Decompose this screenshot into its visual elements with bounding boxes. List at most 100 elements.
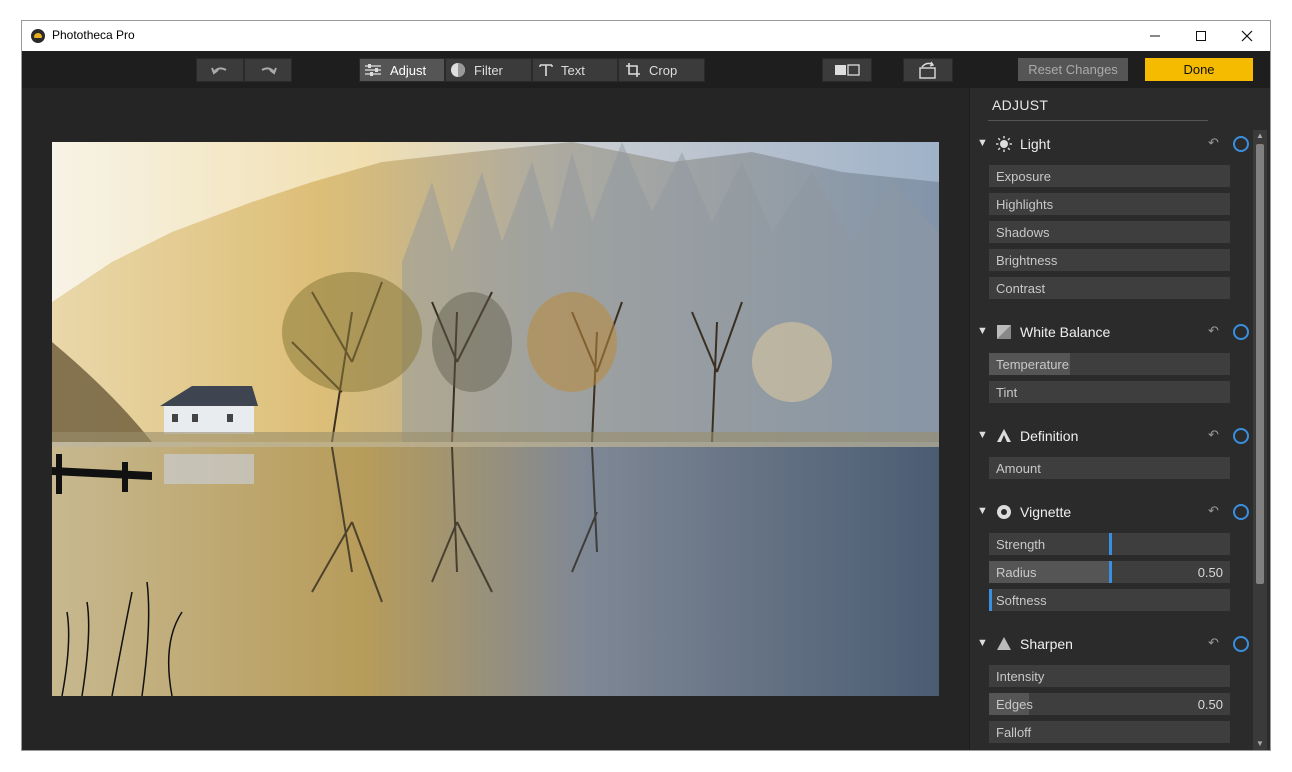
slider-label: Highlights <box>996 197 1054 212</box>
section-white-balance-toggle[interactable] <box>1233 324 1249 340</box>
adjust-panel: ADJUST ▼ Light ↶ Exposure Highlights Sha… <box>970 88 1270 750</box>
image-canvas <box>22 88 969 750</box>
section-sharpen-title: Sharpen <box>1020 636 1073 652</box>
section-light[interactable]: ▼ Light ↶ <box>970 134 1250 156</box>
slider-radius[interactable]: Radius 0.50 <box>989 561 1230 583</box>
slider-label: Temperature <box>996 357 1069 372</box>
slider-label: Tint <box>996 385 1018 400</box>
sliders-icon <box>365 64 381 76</box>
reset-icon[interactable]: ↶ <box>1208 323 1219 339</box>
sun-icon <box>996 136 1012 152</box>
slider-contrast[interactable]: Contrast <box>989 277 1230 299</box>
crop-icon <box>626 63 640 77</box>
rotate-button[interactable] <box>903 58 953 82</box>
done-button[interactable]: Done <box>1145 58 1253 81</box>
filter-icon <box>451 63 465 77</box>
collapse-arrow-icon[interactable]: ▼ <box>977 637 988 649</box>
slider-falloff[interactable]: Falloff <box>989 721 1230 743</box>
reset-icon[interactable]: ↶ <box>1208 135 1219 151</box>
reset-icon[interactable]: ↶ <box>1208 503 1219 519</box>
slider-highlights[interactable]: Highlights <box>989 193 1230 215</box>
redo-button[interactable] <box>244 58 292 82</box>
slider-label: Exposure <box>996 169 1051 184</box>
tab-adjust[interactable]: Adjust <box>359 58 445 82</box>
window-title: Phototheca Pro <box>52 28 135 42</box>
rotate-icon <box>919 61 936 79</box>
slider-label: Shadows <box>996 225 1050 240</box>
redo-icon <box>261 67 277 75</box>
panel-title: ADJUST <box>992 97 1049 113</box>
reset-icon[interactable]: ↶ <box>1208 427 1219 443</box>
slider-brightness[interactable]: Brightness <box>989 249 1230 271</box>
slider-tint[interactable]: Tint <box>989 381 1230 403</box>
panel-divider <box>988 120 1208 121</box>
slider-label: Contrast <box>996 281 1046 296</box>
reset-changes-button[interactable]: Reset Changes <box>1018 58 1128 81</box>
slider-label: Falloff <box>996 725 1032 740</box>
section-definition[interactable]: ▼ Definition ↶ <box>970 426 1250 448</box>
tab-crop[interactable]: Crop <box>618 58 705 82</box>
close-button[interactable] <box>1224 21 1270 51</box>
app-logo-icon <box>31 29 45 43</box>
slider-label: Edges <box>996 697 1033 712</box>
definition-icon <box>997 429 1011 442</box>
slider-edges[interactable]: Edges 0.50 <box>989 693 1230 715</box>
compare-button[interactable] <box>822 58 872 82</box>
slider-shadows[interactable]: Shadows <box>989 221 1230 243</box>
undo-button[interactable] <box>196 58 244 82</box>
tab-adjust-label: Adjust <box>390 62 427 78</box>
sharpen-icon <box>997 637 1011 650</box>
slider-exposure[interactable]: Exposure <box>989 165 1230 187</box>
slider-marker[interactable] <box>1109 561 1112 583</box>
slider-label: Radius <box>996 565 1037 580</box>
slider-value: 0.50 <box>1197 565 1223 580</box>
slider-label: Brightness <box>996 253 1058 268</box>
undo-icon <box>211 67 227 75</box>
app-window: Phototheca Pro Adjust Filter Text Crop R… <box>21 20 1271 751</box>
slider-softness[interactable]: Softness <box>989 589 1230 611</box>
slider-value: 0.50 <box>1197 697 1223 712</box>
slider-label: Softness <box>996 593 1047 608</box>
tab-text[interactable]: Text <box>532 58 618 82</box>
slider-intensity[interactable]: Intensity <box>989 665 1230 687</box>
scroll-up-icon[interactable]: ▲ <box>1253 130 1267 142</box>
panel-scrollbar[interactable]: ▲ ▼ <box>1253 130 1267 750</box>
section-light-title: Light <box>1020 136 1051 152</box>
minimize-button[interactable] <box>1132 21 1178 51</box>
section-white-balance-title: White Balance <box>1020 324 1111 340</box>
photo-preview[interactable] <box>52 142 939 696</box>
tab-filter[interactable]: Filter <box>445 58 532 82</box>
slider-amount[interactable]: Amount <box>989 457 1230 479</box>
text-icon <box>539 64 553 76</box>
collapse-arrow-icon[interactable]: ▼ <box>977 325 988 337</box>
reset-icon[interactable]: ↶ <box>1208 635 1219 651</box>
slider-marker[interactable] <box>989 589 992 611</box>
section-definition-title: Definition <box>1020 428 1079 444</box>
title-bar: Phototheca Pro <box>22 21 1270 51</box>
slider-label: Amount <box>996 461 1041 476</box>
scrollbar-thumb[interactable] <box>1256 144 1264 584</box>
collapse-arrow-icon[interactable]: ▼ <box>977 505 988 517</box>
slider-marker[interactable] <box>1109 533 1112 555</box>
maximize-button[interactable] <box>1178 21 1224 51</box>
vignette-icon <box>997 505 1011 519</box>
section-light-toggle[interactable] <box>1233 136 1249 152</box>
collapse-arrow-icon[interactable]: ▼ <box>977 429 988 441</box>
slider-label: Intensity <box>996 669 1045 684</box>
section-definition-toggle[interactable] <box>1233 428 1249 444</box>
collapse-arrow-icon[interactable]: ▼ <box>977 137 988 149</box>
section-white-balance[interactable]: ▼ White Balance ↶ <box>970 322 1250 344</box>
section-vignette-title: Vignette <box>1020 504 1072 520</box>
scroll-down-icon[interactable]: ▼ <box>1253 738 1267 750</box>
section-sharpen-toggle[interactable] <box>1233 636 1249 652</box>
tab-filter-label: Filter <box>474 62 503 78</box>
slider-label: Strength <box>996 537 1046 552</box>
white-balance-icon <box>997 325 1011 339</box>
section-sharpen[interactable]: ▼ Sharpen ↶ <box>970 634 1250 656</box>
section-vignette[interactable]: ▼ Vignette ↶ <box>970 502 1250 524</box>
tab-text-label: Text <box>561 62 585 78</box>
slider-strength[interactable]: Strength <box>989 533 1230 555</box>
section-vignette-toggle[interactable] <box>1233 504 1249 520</box>
tab-crop-label: Crop <box>649 62 678 78</box>
slider-temperature[interactable]: Temperature <box>989 353 1230 375</box>
